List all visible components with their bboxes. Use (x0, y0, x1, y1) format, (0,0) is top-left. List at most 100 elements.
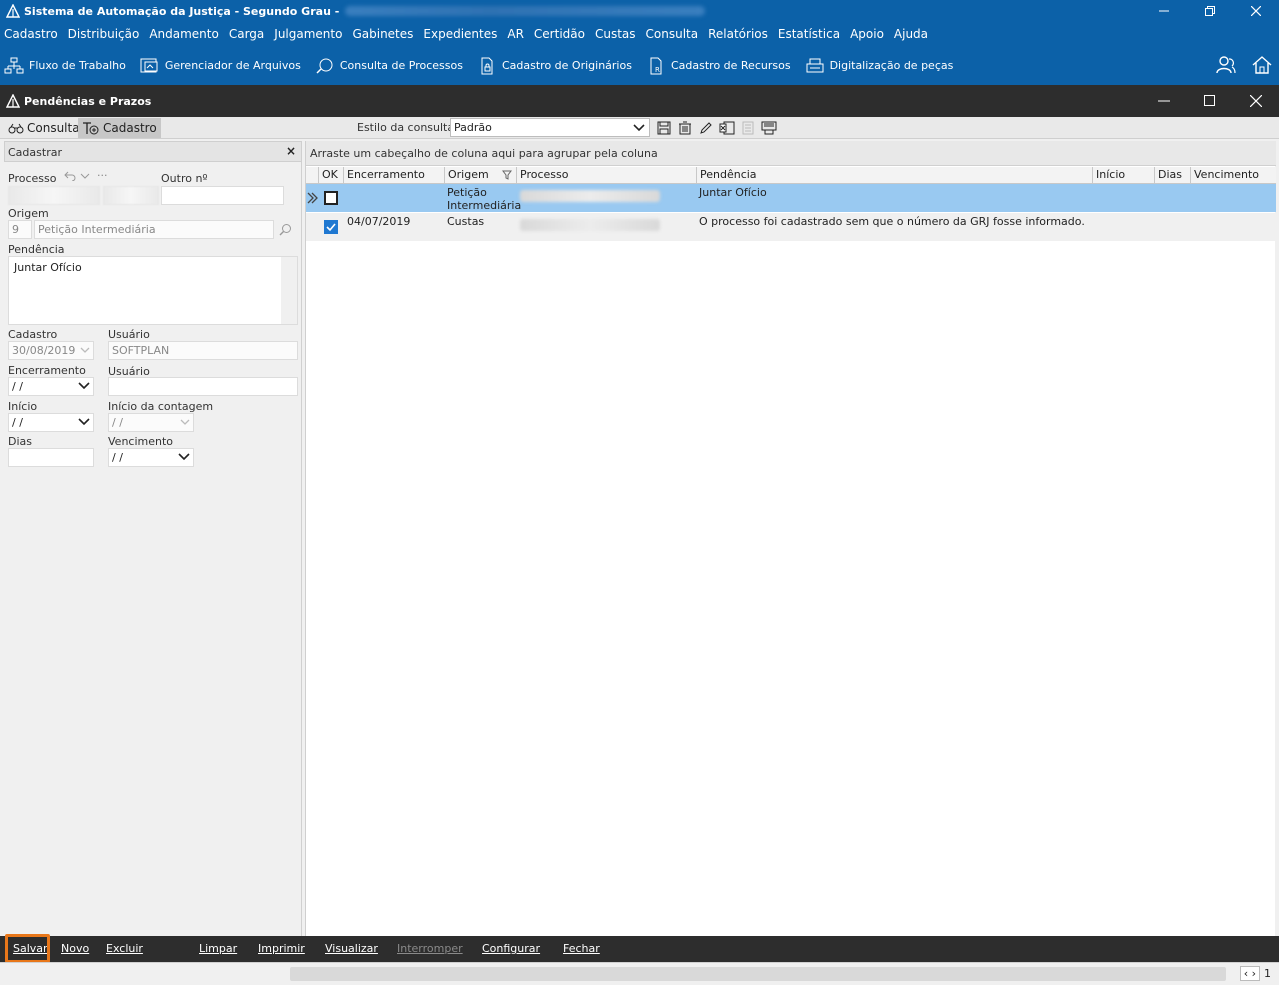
menu-bar: Cadastro Distribuição Andamento Carga Ju… (0, 22, 1279, 46)
pencil-icon (700, 121, 712, 134)
origem-code-input[interactable]: 9 (8, 220, 32, 239)
menu-ajuda[interactable]: Ajuda (894, 27, 928, 41)
outro-numero-input[interactable] (161, 186, 284, 205)
close-icon (1250, 95, 1262, 107)
toolbar-label: Cadastro de Recursos (670, 59, 791, 72)
configurar-button[interactable]: Configurar (482, 942, 540, 955)
limpar-button[interactable]: Limpar (199, 942, 237, 955)
inicio-contagem-date-input[interactable]: / / (108, 413, 194, 432)
fechar-button[interactable]: Fechar (563, 942, 600, 955)
column-ok[interactable]: OK (318, 167, 343, 184)
menu-custas[interactable]: Custas (595, 27, 636, 41)
processo-input-part2[interactable] (103, 186, 159, 205)
toolbar-label: Cadastro de Originários (501, 59, 632, 72)
inicio-date-input[interactable]: / / (8, 413, 94, 432)
encerramento-date-input[interactable]: / / (8, 377, 94, 396)
tab-consulta[interactable]: Consulta (4, 118, 84, 138)
column-inicio[interactable]: Início (1092, 167, 1154, 184)
toolbar-cadastro-recursos[interactable]: R Cadastro de Recursos (646, 57, 791, 75)
pendencia-textarea[interactable]: Juntar Ofício (8, 256, 298, 325)
trash-icon (679, 121, 691, 134)
vencimento-date-value: / / (112, 451, 123, 464)
menu-ar[interactable]: AR (507, 27, 524, 41)
vencimento-date-input[interactable]: / / (108, 448, 194, 467)
usuario-input[interactable]: SOFTPLAN (108, 341, 298, 360)
menu-distribuicao[interactable]: Distribuição (68, 27, 140, 41)
toolbar-fluxo-trabalho[interactable]: Fluxo de Trabalho (4, 57, 126, 75)
menu-andamento[interactable]: Andamento (149, 27, 219, 41)
save-style-button[interactable] (656, 119, 672, 136)
processo-input-part1[interactable] (8, 186, 100, 205)
pendencia-scrollbar[interactable] (281, 257, 297, 324)
column-dias[interactable]: Dias (1154, 167, 1190, 184)
print-grid-button[interactable] (761, 119, 777, 136)
origem-description-input[interactable]: Petição Intermediária (34, 220, 274, 239)
toolbar-cadastro-originarios[interactable]: Cadastro de Originários (477, 57, 632, 75)
row-ok-checkbox[interactable] (324, 191, 338, 205)
horizontal-scrollbar[interactable] (290, 967, 1226, 981)
novo-button[interactable]: Novo (61, 942, 89, 955)
close-form-button[interactable]: × (286, 144, 296, 158)
close-icon (1251, 6, 1261, 16)
inner-minimize-button[interactable] (1141, 85, 1187, 117)
pendencia-value: Juntar Ofício (14, 261, 82, 274)
column-pendencia[interactable]: Pendência (696, 167, 1092, 184)
visualizar-button[interactable]: Visualizar (325, 942, 378, 955)
usuario-encerramento-input[interactable] (108, 377, 298, 396)
export-doc-button (740, 119, 756, 136)
column-origem[interactable]: Origem (444, 167, 516, 184)
toolbar-digitalizacao[interactable]: Digitalização de peças (805, 57, 953, 75)
excluir-button[interactable]: Excluir (106, 942, 143, 955)
toolbar-gerenciador-arquivos[interactable]: Gerenciador de Arquivos (140, 57, 301, 75)
users-icon[interactable] (1215, 54, 1237, 76)
chevron-down-icon (633, 124, 645, 132)
column-processo[interactable]: Processo (516, 167, 696, 184)
menu-carga[interactable]: Carga (229, 27, 264, 41)
export-excel-button[interactable] (719, 119, 735, 136)
group-by-area[interactable]: Arraste um cabeçalho de coluna aqui para… (306, 141, 1276, 166)
chevron-down-icon (178, 453, 190, 461)
menu-consulta[interactable]: Consulta (646, 27, 699, 41)
row-processo-redacted (520, 219, 660, 231)
table-row[interactable]: 04/07/2019 Custas O processo foi cadastr… (306, 213, 1276, 241)
dias-input[interactable] (8, 448, 94, 467)
home-icon[interactable] (1251, 54, 1273, 76)
imprimir-button[interactable]: Imprimir (258, 942, 305, 955)
restore-button[interactable] (1187, 0, 1233, 22)
chevron-down-icon[interactable] (80, 171, 90, 181)
toolbar-consulta-processos[interactable]: Consulta de Processos (315, 57, 463, 75)
search-icon[interactable] (279, 223, 292, 236)
minimize-button[interactable] (1141, 0, 1187, 22)
tab-label: Consulta (27, 121, 80, 135)
row-encerramento: 04/07/2019 (347, 215, 411, 228)
usuario-value: SOFTPLAN (112, 344, 170, 357)
table-row[interactable]: Petição Intermediária Juntar Ofício (306, 184, 1276, 212)
interromper-button: Interromper (397, 942, 463, 955)
row-ok-checkbox[interactable] (324, 220, 338, 234)
page-prev-next-button[interactable]: ‹ › (1239, 966, 1260, 981)
menu-certidao[interactable]: Certidão (534, 27, 585, 41)
chevron-down-icon (78, 382, 90, 390)
menu-apoio[interactable]: Apoio (850, 27, 884, 41)
menu-julgamento[interactable]: Julgamento (274, 27, 342, 41)
inner-close-button[interactable] (1233, 85, 1279, 117)
inner-maximize-button[interactable] (1187, 85, 1233, 117)
menu-cadastro[interactable]: Cadastro (4, 27, 58, 41)
edit-style-button[interactable] (698, 119, 714, 136)
estilo-consulta-select[interactable]: Padrão (450, 118, 650, 137)
menu-gabinetes[interactable]: Gabinetes (352, 27, 413, 41)
toolbar-label: Gerenciador de Arquivos (164, 59, 301, 72)
processo-more-button[interactable]: ··· (97, 169, 108, 182)
close-window-button[interactable] (1233, 0, 1279, 22)
column-vencimento[interactable]: Vencimento (1190, 167, 1276, 184)
tab-cadastro[interactable]: Cadastro (78, 118, 161, 138)
undo-icon[interactable] (64, 171, 76, 181)
delete-style-button[interactable] (677, 119, 693, 136)
menu-expedientes[interactable]: Expedientes (423, 27, 497, 41)
menu-estatistica[interactable]: Estatística (778, 27, 840, 41)
filter-icon[interactable] (502, 170, 512, 180)
menu-relatorios[interactable]: Relatórios (708, 27, 768, 41)
cadastro-date-input[interactable]: 30/08/2019 (8, 341, 94, 360)
column-encerramento[interactable]: Encerramento (343, 167, 444, 184)
origem-code: 9 (12, 223, 19, 236)
